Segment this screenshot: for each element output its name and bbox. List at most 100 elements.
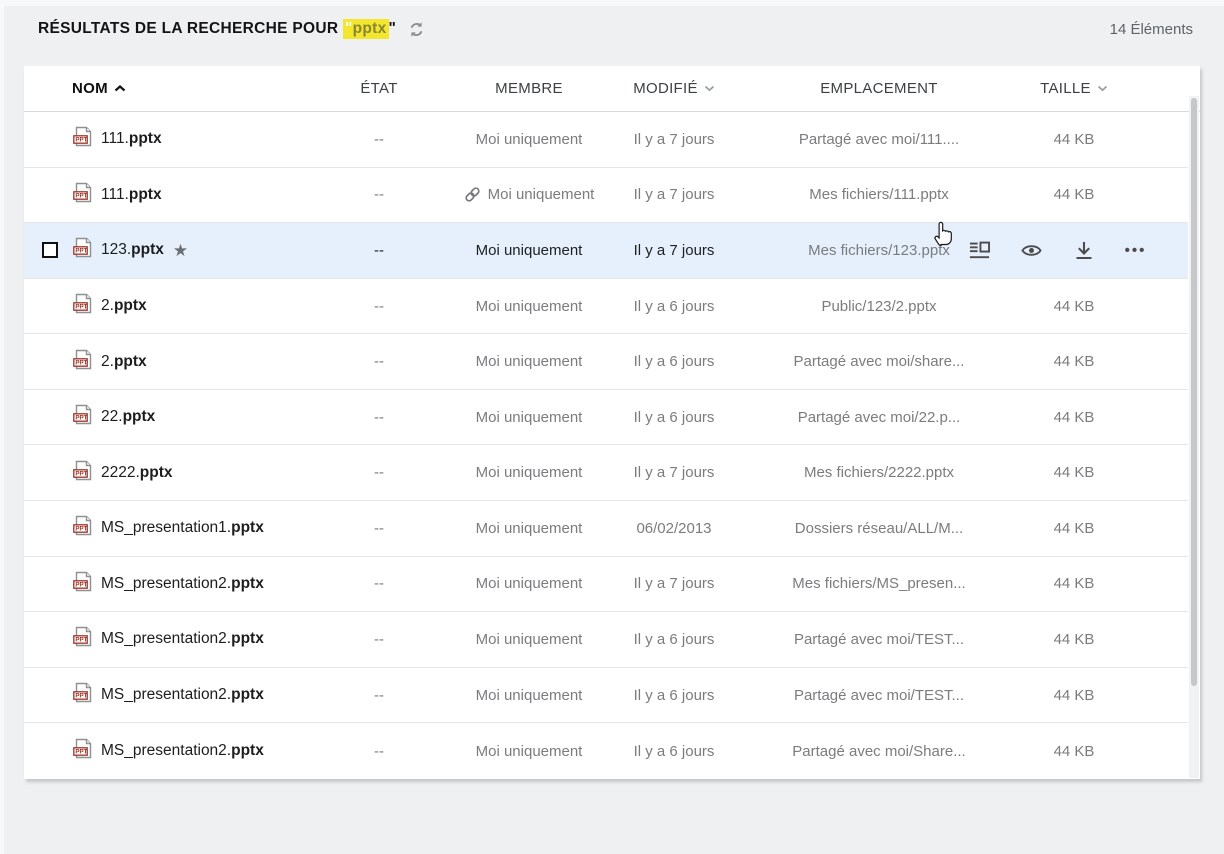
file-name-extension: pptx [123, 408, 156, 426]
file-name-cell[interactable]: PPT MS_presentation1.pptx [24, 515, 324, 541]
file-name-cell[interactable]: PPT 111.pptx [24, 182, 324, 208]
top-edge-strip [0, 0, 1224, 6]
membre-value: Moi uniquement [476, 687, 583, 704]
file-name-extension: pptx [231, 686, 264, 704]
membre-cell: Moi uniquement [434, 242, 624, 259]
table-row[interactable]: PPT 111.pptx -- Moi uniquement Il y a 7 … [24, 168, 1188, 224]
membre-value: Moi uniquement [476, 743, 583, 760]
eye-preview-icon[interactable] [1021, 240, 1042, 260]
svg-text:PPT: PPT [75, 470, 87, 477]
modifie-cell: Il y a 6 jours [624, 743, 724, 760]
taille-cell: 44 KB [1034, 743, 1114, 760]
file-name-base: MS_presentation2. [101, 686, 231, 704]
membre-value: Moi uniquement [476, 298, 583, 315]
membre-cell: Moi uniquement [434, 575, 624, 592]
modifie-cell: Il y a 7 jours [624, 131, 724, 148]
column-label: EMPLACEMENT [820, 80, 938, 97]
file-name-cell[interactable]: PPT 2.pptx [24, 293, 324, 319]
table-scrollbar[interactable] [1189, 96, 1199, 778]
column-label: TAILLE [1040, 80, 1091, 97]
ppt-file-icon: PPT [73, 515, 93, 541]
file-name-cell[interactable]: PPT MS_presentation2.pptx [24, 738, 324, 764]
table-row[interactable]: PPT 2222.pptx -- Moi uniquement Il y a 7… [24, 445, 1188, 501]
table-row[interactable]: PPT MS_presentation2.pptx -- Moi uniquem… [24, 557, 1188, 613]
table-row[interactable]: PPT MS_presentation2.pptx -- Moi uniquem… [24, 723, 1188, 779]
emplacement-cell: Partagé avec moi/share... [724, 353, 1034, 370]
etat-cell: -- [324, 409, 434, 426]
file-name-base: MS_presentation2. [101, 575, 231, 593]
membre-value: Moi uniquement [476, 353, 583, 370]
emplacement-cell: Dossiers réseau/ALL/M... [724, 520, 1034, 537]
ppt-file-icon: PPT [73, 293, 93, 319]
file-name-base: MS_presentation2. [101, 630, 231, 648]
column-header-nom[interactable]: NOM [24, 80, 324, 97]
file-name-base: MS_presentation1. [101, 519, 231, 537]
etat-cell: -- [324, 464, 434, 481]
membre-cell: Moi uniquement [434, 409, 624, 426]
table-row[interactable]: PPT 123.pptx ★ -- Moi uniquement Il y a … [24, 223, 1188, 279]
svg-text:PPT: PPT [75, 193, 87, 200]
row-checkbox[interactable] [42, 242, 58, 258]
file-name-extension: pptx [231, 630, 264, 648]
file-name-base: 2. [101, 297, 114, 315]
file-name-cell[interactable]: PPT 2.pptx [24, 349, 324, 375]
file-name-base: 2222. [101, 464, 140, 482]
file-name-cell[interactable]: PPT 22.pptx [24, 404, 324, 430]
column-header-modifie[interactable]: MODIFIÉ [624, 80, 724, 97]
ppt-file-icon: PPT [73, 738, 93, 764]
etat-cell: -- [324, 687, 434, 704]
table-row[interactable]: PPT 111.pptx -- Moi uniquement Il y a 7 … [24, 112, 1188, 168]
table-row[interactable]: PPT 2.pptx -- Moi uniquement Il y a 6 jo… [24, 334, 1188, 390]
file-name-cell[interactable]: PPT MS_presentation2.pptx [24, 571, 324, 597]
table-row[interactable]: PPT MS_presentation2.pptx -- Moi uniquem… [24, 612, 1188, 668]
row-actions: ••• [969, 223, 1146, 278]
more-ellipsis-icon[interactable]: ••• [1125, 240, 1146, 260]
emplacement-cell: Partagé avec moi/22.p... [724, 409, 1034, 426]
table-body: PPT 111.pptx -- Moi uniquement Il y a 7 … [24, 112, 1200, 779]
table-header-row: NOM ÉTAT MEMBRE MODIFIÉ EMPLACEMENT TAIL… [24, 66, 1200, 112]
file-name-cell[interactable]: PPT MS_presentation2.pptx [24, 626, 324, 652]
emplacement-cell: Mes fichiers/MS_presen... [724, 575, 1034, 592]
etat-cell: -- [324, 298, 434, 315]
column-header-etat[interactable]: ÉTAT [324, 80, 434, 97]
svg-text:PPT: PPT [75, 693, 87, 700]
page-title: RÉSULTATS DE LA RECHERCHE POUR "pptx" [38, 20, 396, 38]
scrollbar-thumb[interactable] [1191, 98, 1197, 686]
svg-text:PPT: PPT [75, 304, 87, 311]
table-row[interactable]: PPT MS_presentation2.pptx -- Moi uniquem… [24, 668, 1188, 724]
table-row[interactable]: PPT 2.pptx -- Moi uniquement Il y a 6 jo… [24, 279, 1188, 335]
membre-cell: Moi uniquement [434, 631, 624, 648]
column-header-taille[interactable]: TAILLE [1034, 80, 1114, 97]
file-name-cell[interactable]: PPT 123.pptx ★ [24, 237, 324, 263]
taille-cell: 44 KB [1034, 353, 1114, 370]
membre-cell: Moi uniquement [434, 520, 624, 537]
file-name-extension: pptx [131, 241, 164, 259]
file-name-cell[interactable]: PPT MS_presentation2.pptx [24, 682, 324, 708]
table-row[interactable]: PPT MS_presentation1.pptx -- Moi uniquem… [24, 501, 1188, 557]
details-panel-icon[interactable] [969, 240, 990, 260]
download-icon[interactable] [1073, 240, 1094, 260]
file-name-cell[interactable]: PPT 2222.pptx [24, 460, 324, 486]
emplacement-cell: Mes fichiers/2222.pptx [724, 464, 1034, 481]
membre-cell: Moi uniquement [434, 353, 624, 370]
membre-value: Moi uniquement [476, 631, 583, 648]
svg-text:PPT: PPT [75, 526, 87, 533]
search-results-page: { "header": { "title_prefix": "RÉSULTATS… [0, 0, 1224, 854]
favorite-star-icon[interactable]: ★ [173, 242, 188, 259]
file-name-cell[interactable]: PPT 111.pptx [24, 126, 324, 152]
modifie-cell: Il y a 6 jours [624, 353, 724, 370]
ppt-file-icon: PPT [73, 682, 93, 708]
page-title-text: RÉSULTATS DE LA RECHERCHE POUR [38, 20, 338, 37]
ppt-file-icon: PPT [73, 237, 93, 263]
column-header-membre[interactable]: MEMBRE [434, 80, 624, 97]
column-header-emplacement[interactable]: EMPLACEMENT [724, 80, 1034, 97]
file-name-base: 111. [101, 186, 129, 204]
refresh-icon[interactable] [408, 21, 425, 38]
taille-cell: 44 KB [1034, 131, 1114, 148]
modifie-cell: Il y a 6 jours [624, 409, 724, 426]
modifie-cell: Il y a 7 jours [624, 242, 724, 259]
table-row[interactable]: PPT 22.pptx -- Moi uniquement Il y a 6 j… [24, 390, 1188, 446]
column-label: ÉTAT [360, 80, 397, 97]
membre-value: Moi uniquement [476, 242, 583, 259]
file-name-extension: pptx [129, 186, 162, 204]
